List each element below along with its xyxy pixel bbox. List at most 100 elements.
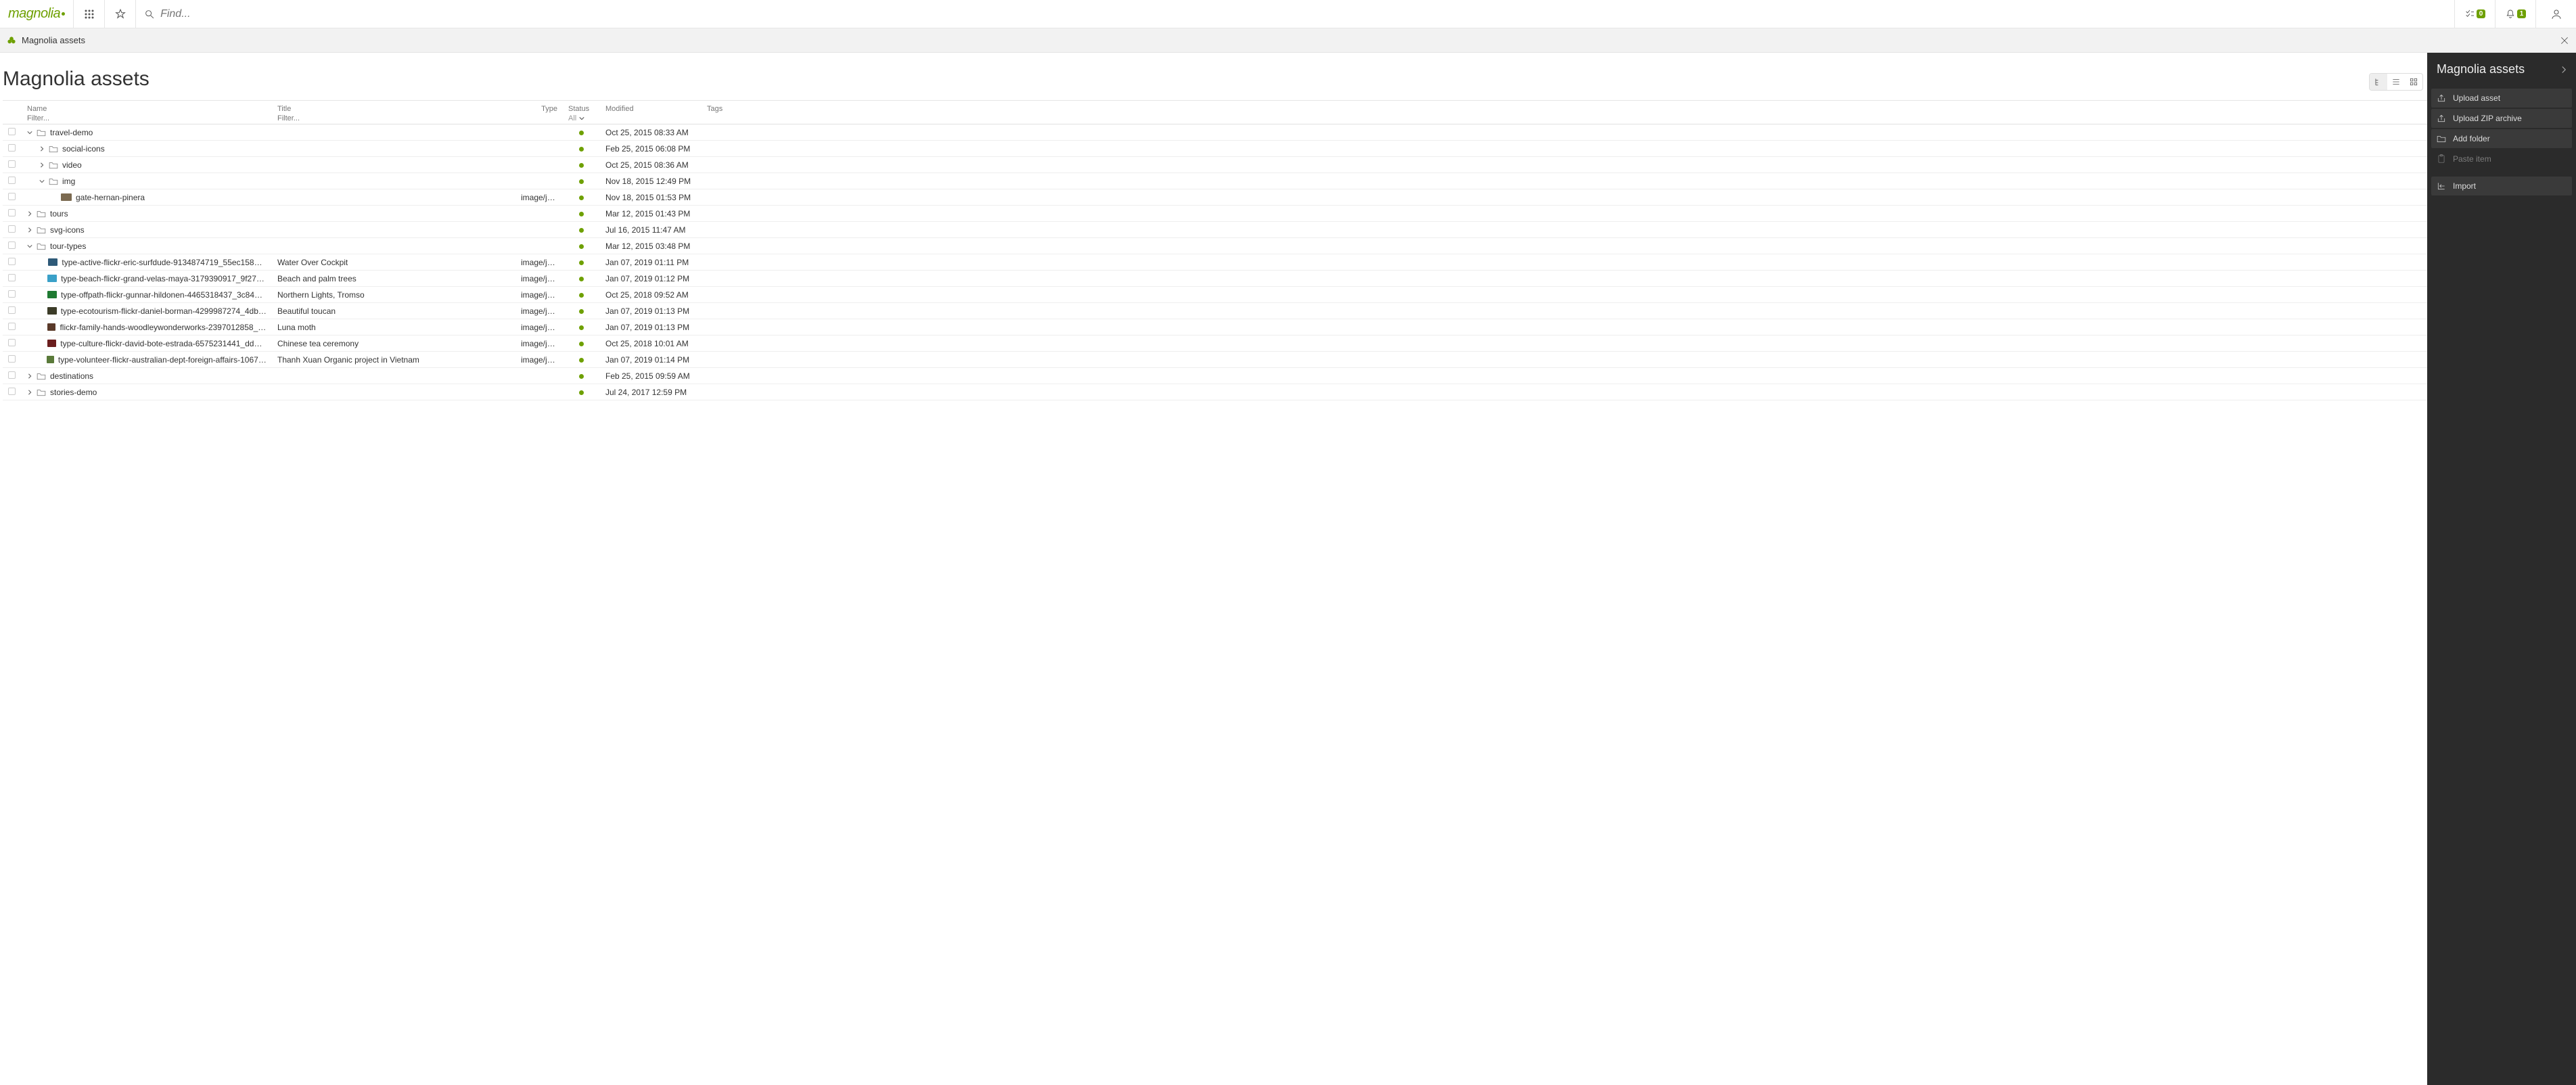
row-checkbox[interactable] bbox=[8, 306, 16, 314]
row-name: type-active-flickr-eric-surfdude-9134874… bbox=[62, 258, 267, 267]
action-label: Add folder bbox=[2453, 134, 2490, 143]
status-filter-dropdown[interactable]: All bbox=[568, 113, 595, 122]
folder-icon bbox=[37, 388, 46, 396]
row-checkbox[interactable] bbox=[8, 323, 16, 330]
expand-toggle[interactable] bbox=[27, 227, 34, 233]
expand-toggle[interactable] bbox=[27, 130, 34, 135]
expand-toggle[interactable] bbox=[27, 373, 34, 379]
table-row[interactable]: stories-demoJul 24, 2017 12:59 PM bbox=[3, 384, 2427, 400]
row-type bbox=[515, 384, 563, 400]
table-row[interactable]: toursMar 12, 2015 01:43 PM bbox=[3, 206, 2427, 222]
row-checkbox[interactable] bbox=[8, 144, 16, 152]
row-title bbox=[272, 157, 515, 173]
status-indicator bbox=[579, 374, 584, 379]
row-checkbox[interactable] bbox=[8, 355, 16, 363]
table-row[interactable]: type-offpath-flickr-gunnar-hildonen-4465… bbox=[3, 287, 2427, 303]
row-title: Thanh Xuan Organic project in Vietnam bbox=[272, 352, 515, 368]
expand-toggle[interactable] bbox=[39, 179, 46, 184]
row-title bbox=[272, 206, 515, 222]
row-checkbox[interactable] bbox=[8, 388, 16, 395]
row-name: tour-types bbox=[50, 241, 86, 251]
row-modified: Jan 07, 2019 01:13 PM bbox=[600, 319, 702, 336]
row-name: type-offpath-flickr-gunnar-hildonen-4465… bbox=[61, 290, 267, 300]
table-row[interactable]: type-ecotourism-flickr-daniel-borman-429… bbox=[3, 303, 2427, 319]
row-checkbox[interactable] bbox=[8, 177, 16, 184]
table-row[interactable]: type-culture-flickr-david-bote-estrada-6… bbox=[3, 336, 2427, 352]
row-name: type-culture-flickr-david-bote-estrada-6… bbox=[60, 339, 267, 348]
status-indicator bbox=[579, 147, 584, 152]
row-checkbox[interactable] bbox=[8, 160, 16, 168]
action-label: Upload ZIP archive bbox=[2453, 114, 2522, 123]
expand-toggle[interactable] bbox=[39, 146, 46, 152]
table-row[interactable]: tour-typesMar 12, 2015 03:48 PM bbox=[3, 238, 2427, 254]
action-add-folder[interactable]: Add folder bbox=[2431, 129, 2572, 148]
search-input[interactable] bbox=[160, 8, 2446, 20]
folder-icon bbox=[37, 372, 46, 380]
image-thumb bbox=[47, 275, 57, 282]
notifications-button[interactable]: 1 bbox=[2495, 0, 2535, 28]
row-checkbox[interactable] bbox=[8, 209, 16, 216]
table-row[interactable]: imgNov 18, 2015 12:49 PM bbox=[3, 173, 2427, 189]
row-checkbox[interactable] bbox=[8, 258, 16, 265]
row-title: Water Over Cockpit bbox=[272, 254, 515, 271]
col-tags-header[interactable]: Tags bbox=[707, 105, 2422, 113]
row-name: gate-hernan-pinera bbox=[76, 193, 145, 202]
action-import[interactable]: Import bbox=[2431, 177, 2572, 195]
expand-toggle[interactable] bbox=[27, 211, 34, 216]
status-indicator bbox=[579, 260, 584, 265]
row-checkbox[interactable] bbox=[8, 128, 16, 135]
table-row[interactable]: type-active-flickr-eric-surfdude-9134874… bbox=[3, 254, 2427, 271]
expand-toggle[interactable] bbox=[27, 244, 34, 249]
row-type bbox=[515, 222, 563, 238]
expand-toggle[interactable] bbox=[27, 390, 34, 395]
row-checkbox[interactable] bbox=[8, 241, 16, 249]
action-upload-zip[interactable]: Upload ZIP archive bbox=[2431, 109, 2572, 128]
table-row[interactable]: svg-iconsJul 16, 2015 11:47 AM bbox=[3, 222, 2427, 238]
table-row[interactable]: gate-hernan-pineraimage/jpegNov 18, 2015… bbox=[3, 189, 2427, 206]
view-tree-button[interactable] bbox=[2370, 74, 2387, 90]
favorite-button[interactable] bbox=[105, 0, 136, 28]
col-title-header[interactable]: Title bbox=[277, 105, 510, 113]
title-filter-input[interactable] bbox=[277, 114, 510, 122]
col-status-header[interactable]: Status bbox=[568, 105, 595, 113]
tasks-button[interactable]: 0 bbox=[2454, 0, 2495, 28]
brand-logo[interactable]: magnolia bbox=[0, 0, 74, 28]
col-name-header[interactable]: Name bbox=[27, 105, 267, 113]
row-checkbox[interactable] bbox=[8, 371, 16, 379]
user-menu-button[interactable] bbox=[2535, 0, 2576, 28]
image-thumb bbox=[47, 323, 56, 331]
name-filter-input[interactable] bbox=[27, 114, 267, 122]
row-modified: Oct 25, 2015 08:33 AM bbox=[600, 124, 702, 141]
row-name: svg-icons bbox=[50, 225, 85, 235]
row-checkbox[interactable] bbox=[8, 339, 16, 346]
table-row[interactable]: videoOct 25, 2015 08:36 AM bbox=[3, 157, 2427, 173]
row-checkbox[interactable] bbox=[8, 225, 16, 233]
row-checkbox[interactable] bbox=[8, 290, 16, 298]
row-checkbox[interactable] bbox=[8, 274, 16, 281]
table-row[interactable]: type-volunteer-flickr-australian-dept-fo… bbox=[3, 352, 2427, 368]
app-launcher-button[interactable] bbox=[74, 0, 105, 28]
folder-icon bbox=[37, 129, 46, 137]
row-name: social-icons bbox=[62, 144, 105, 154]
table-row[interactable]: flickr-family-hands-woodleywonderworks-2… bbox=[3, 319, 2427, 336]
table-row[interactable]: social-iconsFeb 25, 2015 06:08 PM bbox=[3, 141, 2427, 157]
table-row[interactable]: type-beach-flickr-grand-velas-maya-31793… bbox=[3, 271, 2427, 287]
global-search[interactable] bbox=[136, 0, 2454, 28]
action-upload-asset[interactable]: Upload asset bbox=[2431, 89, 2572, 108]
row-title: Beach and palm trees bbox=[272, 271, 515, 287]
view-grid-button[interactable] bbox=[2405, 74, 2422, 90]
view-list-button[interactable] bbox=[2387, 74, 2405, 90]
row-checkbox[interactable] bbox=[8, 193, 16, 200]
chevron-right-icon[interactable] bbox=[2561, 66, 2567, 74]
expand-toggle[interactable] bbox=[39, 162, 46, 168]
table-row[interactable]: destinationsFeb 25, 2015 09:59 AM bbox=[3, 368, 2427, 384]
table-row[interactable]: travel-demoOct 25, 2015 08:33 AM bbox=[3, 124, 2427, 141]
close-app-button[interactable] bbox=[2560, 36, 2569, 45]
col-modified-header[interactable]: Modified bbox=[605, 105, 696, 113]
row-title bbox=[272, 173, 515, 189]
row-modified: Feb 25, 2015 09:59 AM bbox=[600, 368, 702, 384]
row-type bbox=[515, 238, 563, 254]
row-title: Chinese tea ceremony bbox=[272, 336, 515, 352]
col-type-header[interactable]: Type bbox=[521, 105, 557, 113]
search-icon bbox=[144, 9, 155, 20]
